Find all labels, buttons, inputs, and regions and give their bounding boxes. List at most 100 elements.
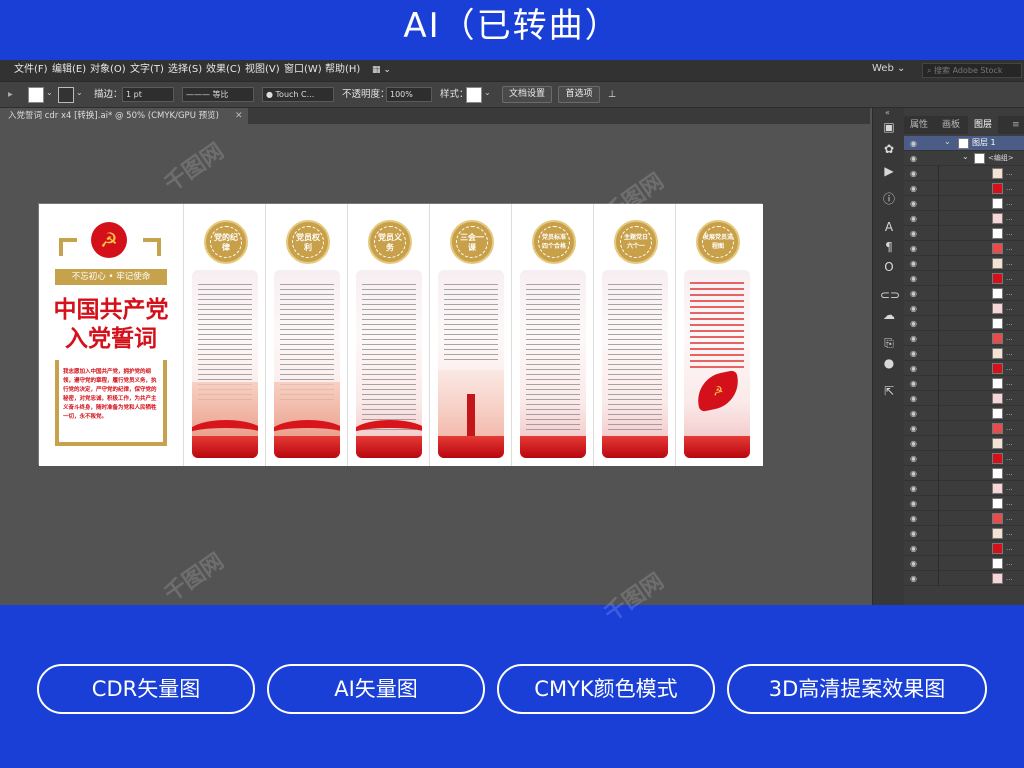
eye-icon[interactable]: ◉ (910, 499, 917, 508)
eye-icon[interactable]: ◉ (910, 334, 917, 343)
fill-swatch[interactable] (28, 87, 44, 103)
eye-icon[interactable]: ◉ (910, 424, 917, 433)
menu-edit[interactable]: 编辑(E) (52, 63, 86, 77)
layer-row[interactable]: ◉... (904, 391, 1024, 406)
style-swatch[interactable] (466, 87, 482, 103)
menu-effect[interactable]: 效果(C) (206, 63, 241, 77)
layer-row[interactable]: ◉... (904, 241, 1024, 256)
menu-window[interactable]: 窗口(W) (284, 63, 322, 77)
eye-icon[interactable]: ◉ (910, 394, 917, 403)
menu-help[interactable]: 帮助(H) (325, 63, 360, 77)
cc-library-icon[interactable]: ☁ (880, 306, 898, 324)
eye-icon[interactable]: ◉ (910, 529, 917, 538)
canvas-area[interactable]: ☭ 不忘初心 • 牢记使命 中国共产党 入党誓词 我志愿加入中国共产党，拥护党的… (0, 124, 870, 605)
eye-icon[interactable]: ◉ (910, 574, 917, 583)
eye-icon[interactable]: ◉ (910, 154, 917, 163)
layer-row[interactable]: ◉... (904, 481, 1024, 496)
eye-icon[interactable]: ◉ (910, 559, 917, 568)
external-icon[interactable]: ⇱ (880, 382, 898, 400)
layer-row[interactable]: ◉... (904, 571, 1024, 586)
layer-row[interactable]: ◉... (904, 211, 1024, 226)
menu-file[interactable]: 文件(F) (14, 63, 48, 77)
link-icon[interactable]: ⊂⊃ (880, 286, 900, 304)
eye-icon[interactable]: ◉ (910, 544, 917, 553)
arrange-documents-icon[interactable]: ▦ ⌄ (372, 63, 391, 77)
document-setup-button[interactable]: 文档设置 (502, 86, 552, 103)
preferences-button[interactable]: 首选项 (558, 86, 600, 103)
eye-icon[interactable]: ◉ (910, 274, 917, 283)
menu-view[interactable]: 视图(V) (245, 63, 280, 77)
layer-row[interactable]: ◉... (904, 166, 1024, 181)
layer-row[interactable]: ◉... (904, 361, 1024, 376)
stock-search-input[interactable]: ⌕ 搜索 Adobe Stock (922, 63, 1022, 78)
export-icon[interactable]: ⎘ (880, 334, 898, 352)
group-row[interactable]: ◉ ⌄ <编组> (904, 151, 1024, 166)
artboard[interactable]: ☭ 不忘初心 • 牢记使命 中国共产党 入党誓词 我志愿加入中国共产党，拥护党的… (38, 203, 763, 466)
eye-icon[interactable]: ◉ (910, 304, 917, 313)
expand-icon[interactable]: ⌄ (962, 152, 969, 161)
type-icon[interactable]: A (880, 218, 898, 236)
layer-row[interactable]: ◉... (904, 376, 1024, 391)
eye-icon[interactable]: ◉ (910, 439, 917, 448)
layer-row[interactable]: ◉... (904, 511, 1024, 526)
layer-row[interactable]: ◉... (904, 181, 1024, 196)
tab-properties[interactable]: 属性 (904, 116, 934, 134)
layer-row[interactable]: ◉... (904, 301, 1024, 316)
layer-row-top[interactable]: ◉ ⌄ 图层 1 (904, 136, 1024, 151)
layer-row[interactable]: ◉... (904, 271, 1024, 286)
panel-menu-icon[interactable]: ≡ (1012, 116, 1020, 134)
menu-type[interactable]: 文字(T) (130, 63, 164, 77)
color-icon[interactable]: ● (880, 354, 898, 372)
stroke-dropdown-icon[interactable]: ⌄ (76, 88, 83, 97)
layer-row[interactable]: ◉... (904, 421, 1024, 436)
eye-icon[interactable]: ◉ (910, 364, 917, 373)
menu-object[interactable]: 对象(O) (90, 63, 126, 77)
eye-icon[interactable]: ◉ (910, 409, 917, 418)
workspace-switcher[interactable]: Web ⌄ (872, 63, 905, 74)
glyph-icon[interactable]: O (880, 258, 898, 276)
layer-row[interactable]: ◉... (904, 331, 1024, 346)
layer-row[interactable]: ◉... (904, 526, 1024, 541)
layer-row[interactable]: ◉... (904, 556, 1024, 571)
layer-row[interactable]: ◉... (904, 286, 1024, 301)
fill-dropdown-icon[interactable]: ⌄ (46, 88, 53, 97)
stroke-profile-select[interactable]: ——— 等比 (182, 87, 254, 102)
layer-row[interactable]: ◉... (904, 436, 1024, 451)
paragraph-icon[interactable]: ¶ (880, 238, 898, 256)
expand-icon[interactable]: ⌄ (944, 137, 951, 146)
collapse-icon[interactable]: « (885, 108, 890, 117)
eye-icon[interactable]: ◉ (910, 379, 917, 388)
eye-icon[interactable]: ◉ (910, 169, 917, 178)
opacity-field[interactable]: 100% (386, 87, 432, 102)
eye-icon[interactable]: ◉ (910, 319, 917, 328)
arrange-icon[interactable]: ⊥ (608, 88, 616, 101)
eye-icon[interactable]: ◉ (910, 259, 917, 268)
eye-icon[interactable]: ◉ (910, 349, 917, 358)
eye-icon[interactable]: ◉ (910, 229, 917, 238)
layer-row[interactable]: ◉... (904, 226, 1024, 241)
eye-icon[interactable]: ◉ (910, 484, 917, 493)
tab-layers[interactable]: 图层 (968, 116, 998, 134)
eye-icon[interactable]: ◉ (910, 289, 917, 298)
play-icon[interactable]: ▶ (880, 162, 898, 180)
layer-row[interactable]: ◉... (904, 466, 1024, 481)
eye-icon[interactable]: ◉ (910, 199, 917, 208)
layer-row[interactable]: ◉... (904, 196, 1024, 211)
tab-artboards[interactable]: 画板 (936, 116, 966, 134)
layer-row[interactable]: ◉... (904, 496, 1024, 511)
document-tab[interactable]: 入党誓词 cdr x4 [转换].ai* @ 50% (CMYK/GPU 预览) (0, 108, 248, 124)
style-dropdown-icon[interactable]: ⌄ (484, 88, 491, 97)
close-icon[interactable]: ✕ (235, 108, 243, 124)
layer-row[interactable]: ◉... (904, 451, 1024, 466)
eye-icon[interactable]: ◉ (910, 469, 917, 478)
transform-icon[interactable]: ▣ (880, 118, 898, 136)
stroke-swatch[interactable] (58, 87, 74, 103)
layer-row[interactable]: ◉... (904, 406, 1024, 421)
recolor-icon[interactable]: ✿ (880, 140, 898, 158)
eye-icon[interactable]: ◉ (910, 514, 917, 523)
info-icon[interactable]: ⓘ (880, 190, 898, 208)
layer-row[interactable]: ◉... (904, 541, 1024, 556)
eye-icon[interactable]: ◉ (910, 244, 917, 253)
eye-icon[interactable]: ◉ (910, 139, 917, 148)
layer-row[interactable]: ◉... (904, 256, 1024, 271)
